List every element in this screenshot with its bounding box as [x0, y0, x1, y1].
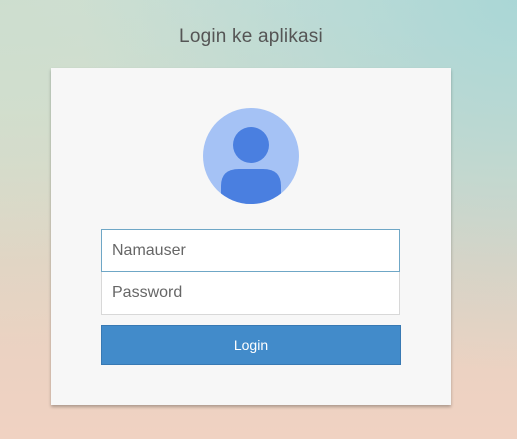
login-card: Login [51, 68, 451, 405]
username-input[interactable] [101, 229, 400, 272]
login-button[interactable]: Login [101, 325, 401, 365]
user-avatar-icon [203, 108, 299, 204]
page-title: Login ke aplikasi [179, 26, 323, 47]
password-input[interactable] [101, 272, 400, 315]
